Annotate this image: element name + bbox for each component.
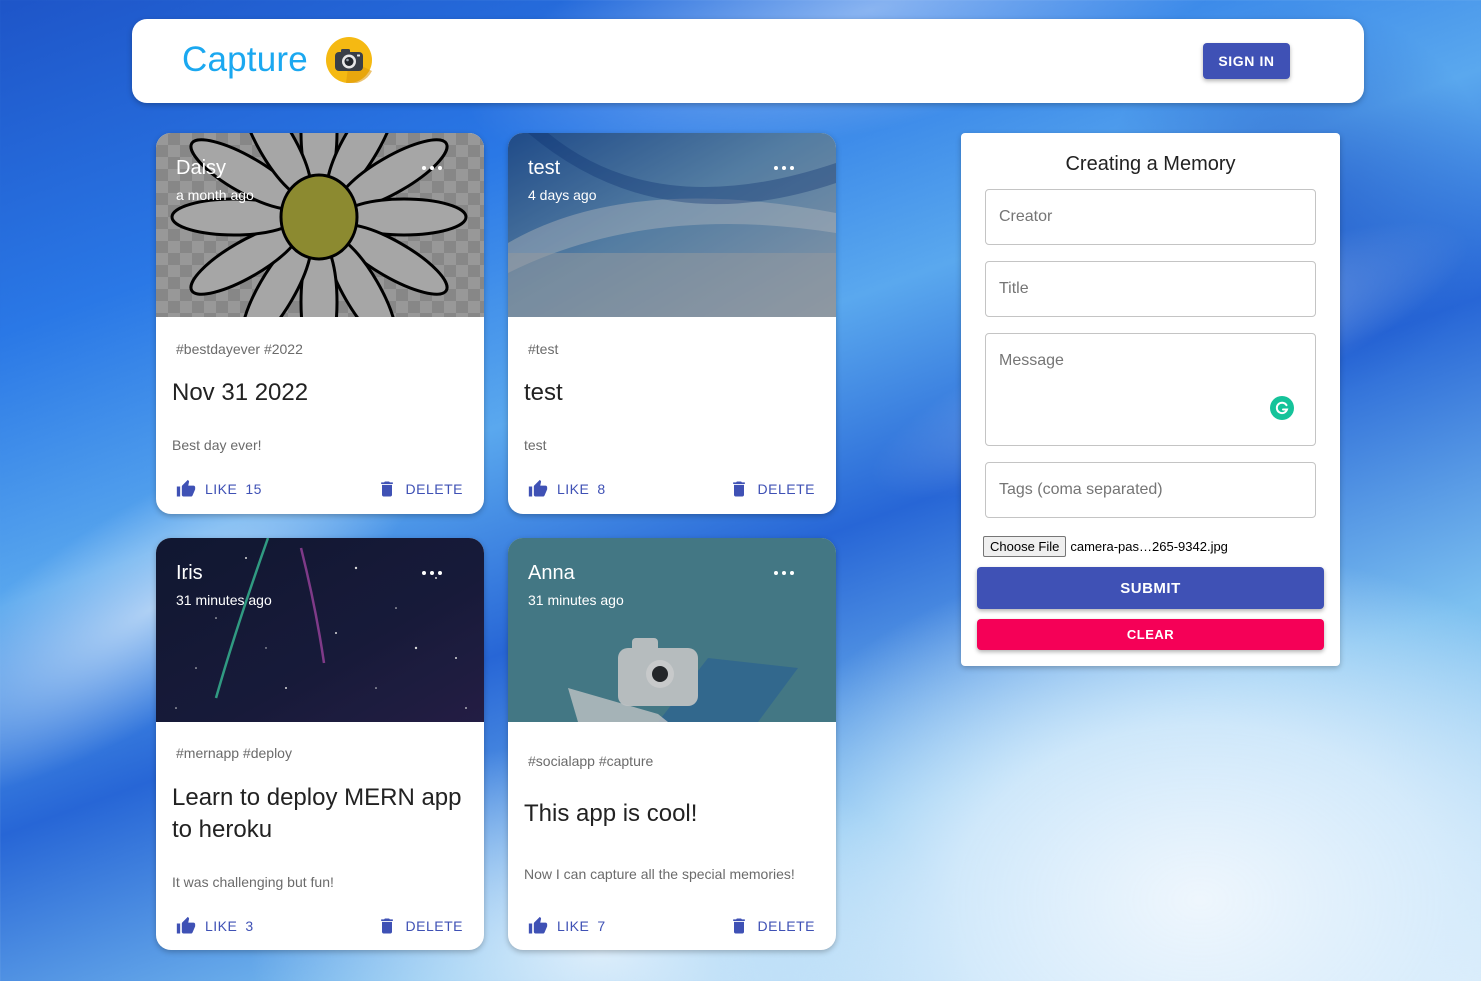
like-button[interactable]: LIKE 15 [176, 474, 262, 504]
post-tags: #mernapp #deploy [176, 745, 292, 761]
post-creator: test [528, 157, 561, 179]
more-horiz-icon[interactable] [420, 566, 444, 580]
like-label: LIKE [557, 481, 590, 497]
post-creator: Daisy [176, 157, 227, 179]
grammarly-icon[interactable] [1270, 396, 1294, 420]
post-message: Best day ever! [172, 437, 262, 453]
post-message: Now I can capture all the special memori… [524, 866, 795, 882]
sign-in-button[interactable]: SIGN IN [1203, 43, 1290, 79]
more-horiz-icon[interactable] [772, 161, 796, 175]
post-time: 4 days ago [528, 187, 597, 203]
delete-label: DELETE [405, 918, 463, 934]
post-tags: #bestdayever #2022 [176, 341, 303, 357]
post-title: This app is cool! [524, 800, 698, 827]
post-message: test [524, 437, 547, 453]
post-card: Anna 31 minutes ago #socialapp #capture … [508, 538, 836, 950]
trash-icon [380, 918, 393, 934]
delete-button[interactable]: DELETE [377, 911, 463, 941]
title-input[interactable] [985, 261, 1316, 317]
more-horiz-icon[interactable] [420, 161, 444, 175]
delete-label: DELETE [757, 481, 815, 497]
message-textarea[interactable] [985, 333, 1316, 446]
post-time: 31 minutes ago [528, 592, 624, 608]
post-card: test 4 days ago #test test test LIKE 8 D… [508, 133, 836, 514]
clear-button[interactable]: CLEAR [977, 619, 1324, 650]
post-card: Daisy a month ago #bestdayever #2022 Nov… [156, 133, 484, 514]
app-title[interactable]: Capture [182, 40, 308, 80]
like-label: LIKE [205, 918, 238, 934]
delete-button[interactable]: DELETE [377, 474, 463, 504]
like-button[interactable]: LIKE 8 [528, 474, 606, 504]
post-creator: Anna [528, 562, 575, 584]
like-label: LIKE [205, 481, 238, 497]
post-title: test [524, 379, 563, 406]
post-creator: Iris [176, 562, 203, 584]
post-tags: #socialapp #capture [528, 753, 654, 769]
thumb-up-icon [528, 479, 548, 497]
post-image: test 4 days ago [508, 133, 836, 317]
brand[interactable]: Capture [182, 37, 372, 83]
like-button[interactable]: LIKE 7 [528, 911, 606, 941]
form-title: Creating a Memory [1065, 153, 1236, 175]
creator-input[interactable] [985, 189, 1316, 245]
like-count: 8 [597, 481, 606, 497]
post-title: Nov 31 2022 [172, 379, 309, 406]
delete-button[interactable]: DELETE [729, 911, 815, 941]
post-tags: #test [528, 341, 559, 357]
like-button[interactable]: LIKE 3 [176, 911, 254, 941]
tags-input[interactable] [985, 462, 1316, 518]
trash-icon [732, 481, 745, 497]
like-count: 7 [597, 918, 606, 934]
file-input[interactable]: Choose File camera-pas…265-9342.jpg [983, 536, 1228, 557]
thumb-up-icon [176, 916, 196, 934]
thumb-up-icon [528, 916, 548, 934]
thumb-up-icon [176, 479, 196, 497]
like-count: 3 [245, 918, 254, 934]
delete-label: DELETE [757, 918, 815, 934]
post-message: It was challenging but fun! [172, 874, 334, 890]
app-bar: Capture SIGN IN [132, 19, 1364, 103]
post-title: Learn to deploy MERN app to heroku [172, 784, 462, 843]
delete-button[interactable]: DELETE [729, 474, 815, 504]
submit-button[interactable]: SUBMIT [977, 567, 1324, 609]
post-time: 31 minutes ago [176, 592, 272, 608]
trash-icon [380, 481, 393, 497]
post-image: Daisy a month ago [156, 133, 484, 317]
post-card: Iris 31 minutes ago #mernapp #deploy Lea… [156, 538, 484, 950]
trash-icon [732, 918, 745, 934]
post-image: Iris 31 minutes ago [156, 538, 484, 722]
choose-file-button[interactable]: Choose File [983, 536, 1067, 557]
like-label: LIKE [557, 918, 590, 934]
delete-label: DELETE [405, 481, 463, 497]
like-count: 15 [245, 481, 262, 497]
file-name: camera-pas…265-9342.jpg [1070, 539, 1228, 554]
post-image: Anna 31 minutes ago [508, 538, 836, 722]
camera-icon[interactable] [325, 37, 372, 83]
more-horiz-icon[interactable] [772, 566, 796, 580]
memory-form: Creating a Memory Choose File camera-pas… [961, 133, 1340, 666]
post-time: a month ago [176, 187, 254, 203]
